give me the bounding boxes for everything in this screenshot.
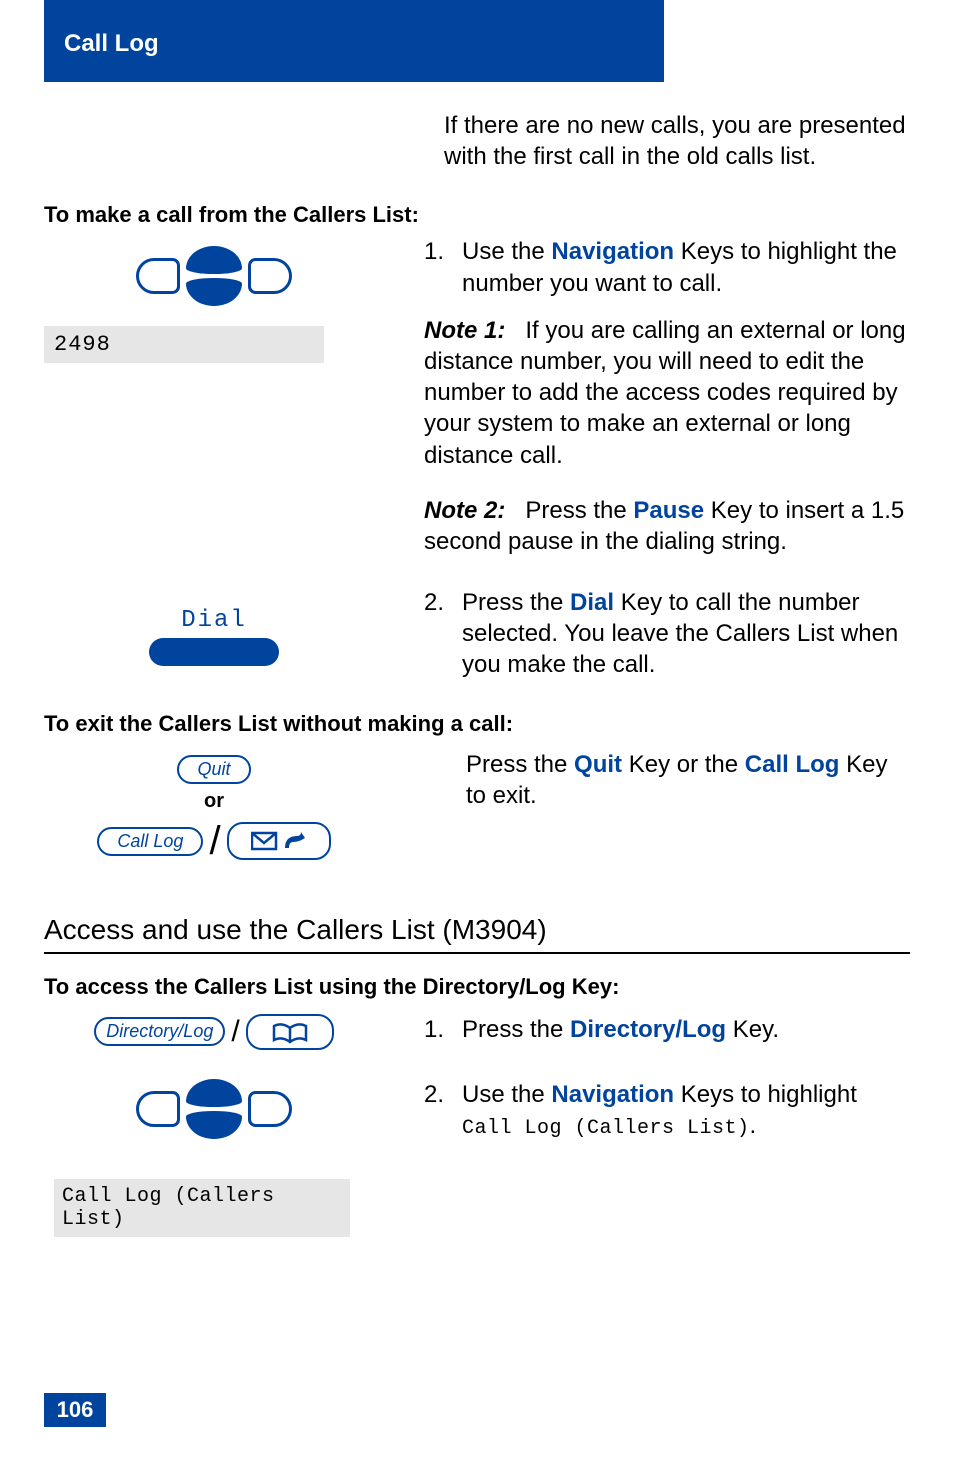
page-header-tab: Call Log (44, 0, 664, 82)
intro-paragraph: If there are no new calls, you are prese… (444, 110, 910, 172)
note-1: Note 1: If you are calling an external o… (424, 315, 910, 471)
step-text-post: Key. (726, 1016, 779, 1043)
note2-label: Note 2: (424, 497, 505, 524)
calllog-softkey: Call Log (97, 827, 203, 856)
dirlog-icon-key (246, 1014, 334, 1050)
note2-key: Pause (633, 497, 704, 524)
content-area: If there are no new calls, you are prese… (44, 110, 910, 1365)
quit-softkey: Quit (177, 755, 250, 784)
step-period: . (750, 1112, 757, 1139)
page-header-title: Call Log (64, 30, 159, 58)
heading-make-call: To make a call from the Callers List: (44, 202, 910, 228)
nav-left-icon (136, 258, 180, 294)
access-step-2: 2. Use the Navigation Keys to highlight … (424, 1079, 910, 1142)
step-lcd-text: Call Log (Callers List) (462, 1117, 750, 1140)
step-key: Directory/Log (570, 1016, 726, 1043)
nav-down-icon (186, 278, 242, 306)
lcd-number-display: 2498 (44, 326, 324, 363)
step-text-pre: Press the (462, 589, 570, 616)
nav-right-icon (248, 1091, 292, 1127)
step-text-pre: Use the (462, 1081, 551, 1108)
page-number: 106 (44, 1393, 106, 1427)
access-step-1: 1. Press the Directory/Log Key. (424, 1014, 910, 1045)
section-title: Access and use the Callers List (M3904) (44, 914, 910, 954)
note2-pre: Press the (525, 497, 633, 524)
step-number: 2. (424, 1079, 450, 1142)
dial-label: Dial (44, 607, 384, 634)
slash-icon: / (209, 819, 220, 864)
nav-up-icon (186, 246, 242, 274)
step-text-post: Keys to highlight (674, 1081, 857, 1108)
lcd-calllog-display: Call Log (Callers List) (54, 1179, 350, 1237)
step-number: 1. (424, 1014, 450, 1045)
dial-key-graphic: Dial (44, 607, 384, 666)
nav-down-icon (186, 1111, 242, 1139)
navigation-key-graphic (44, 1079, 384, 1139)
step-key: Dial (570, 589, 614, 616)
step-number: 1. (424, 236, 450, 298)
heading-exit: To exit the Callers List without making … (44, 711, 910, 737)
exit-key2: Call Log (745, 751, 840, 778)
step-2: 2. Press the Dial Key to call the number… (424, 587, 910, 681)
step-1: 1. Use the Navigation Keys to highlight … (424, 236, 910, 298)
nav-right-icon (248, 258, 292, 294)
nav-left-icon (136, 1091, 180, 1127)
or-label: or (44, 790, 384, 813)
note1-label: Note 1: (424, 317, 505, 344)
step-key: Navigation (551, 238, 674, 265)
step-number: 2. (424, 587, 450, 681)
step-key: Navigation (551, 1081, 674, 1108)
exit-pre: Press the (466, 751, 574, 778)
exit-instruction: Press the Quit Key or the Call Log Key t… (466, 749, 910, 811)
exit-mid: Key or the (622, 751, 745, 778)
calllog-icon-key (227, 822, 331, 860)
step-text-pre: Press the (462, 1016, 570, 1043)
navigation-key-graphic (44, 246, 384, 306)
step-text-pre: Use the (462, 238, 551, 265)
dirlog-softkey: Directory/Log (94, 1017, 225, 1046)
exit-key1: Quit (574, 751, 622, 778)
slash-icon: / (231, 1015, 239, 1049)
heading-access: To access the Callers List using the Dir… (44, 974, 910, 1000)
dial-bar-icon (149, 638, 279, 666)
note-2: Note 2: Press the Pause Key to insert a … (424, 495, 910, 557)
nav-up-icon (186, 1079, 242, 1107)
page-number-text: 106 (57, 1397, 94, 1423)
